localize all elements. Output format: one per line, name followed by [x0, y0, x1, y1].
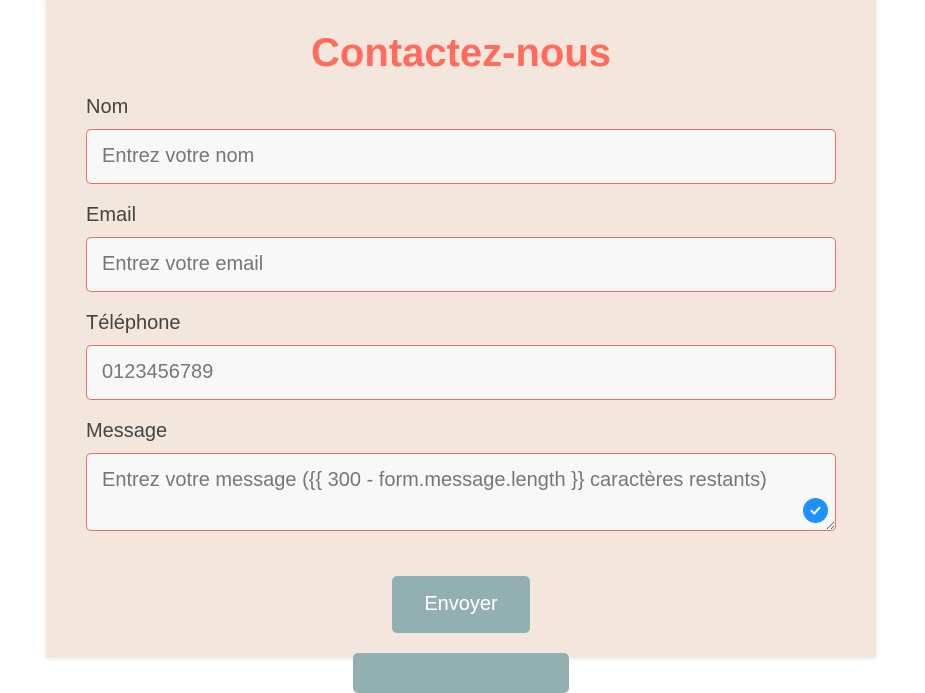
message-label: Message [86, 420, 168, 442]
checkmark-icon[interactable] [803, 498, 828, 523]
phone-label: Téléphone [86, 312, 181, 334]
secondary-button[interactable] [353, 653, 569, 693]
email-input[interactable] [86, 237, 836, 292]
form-title: Contactez-nous [311, 31, 611, 75]
email-label: Email [86, 204, 137, 226]
submit-button[interactable]: Envoyer [392, 576, 530, 633]
checkmark-glyph [810, 506, 821, 515]
message-textarea[interactable] [86, 453, 836, 531]
name-label: Nom [86, 96, 129, 118]
phone-input[interactable] [86, 345, 836, 400]
name-input[interactable] [86, 129, 836, 184]
contact-form-card: Contactez-nous Nom Email Téléphone Messa… [46, 0, 876, 693]
